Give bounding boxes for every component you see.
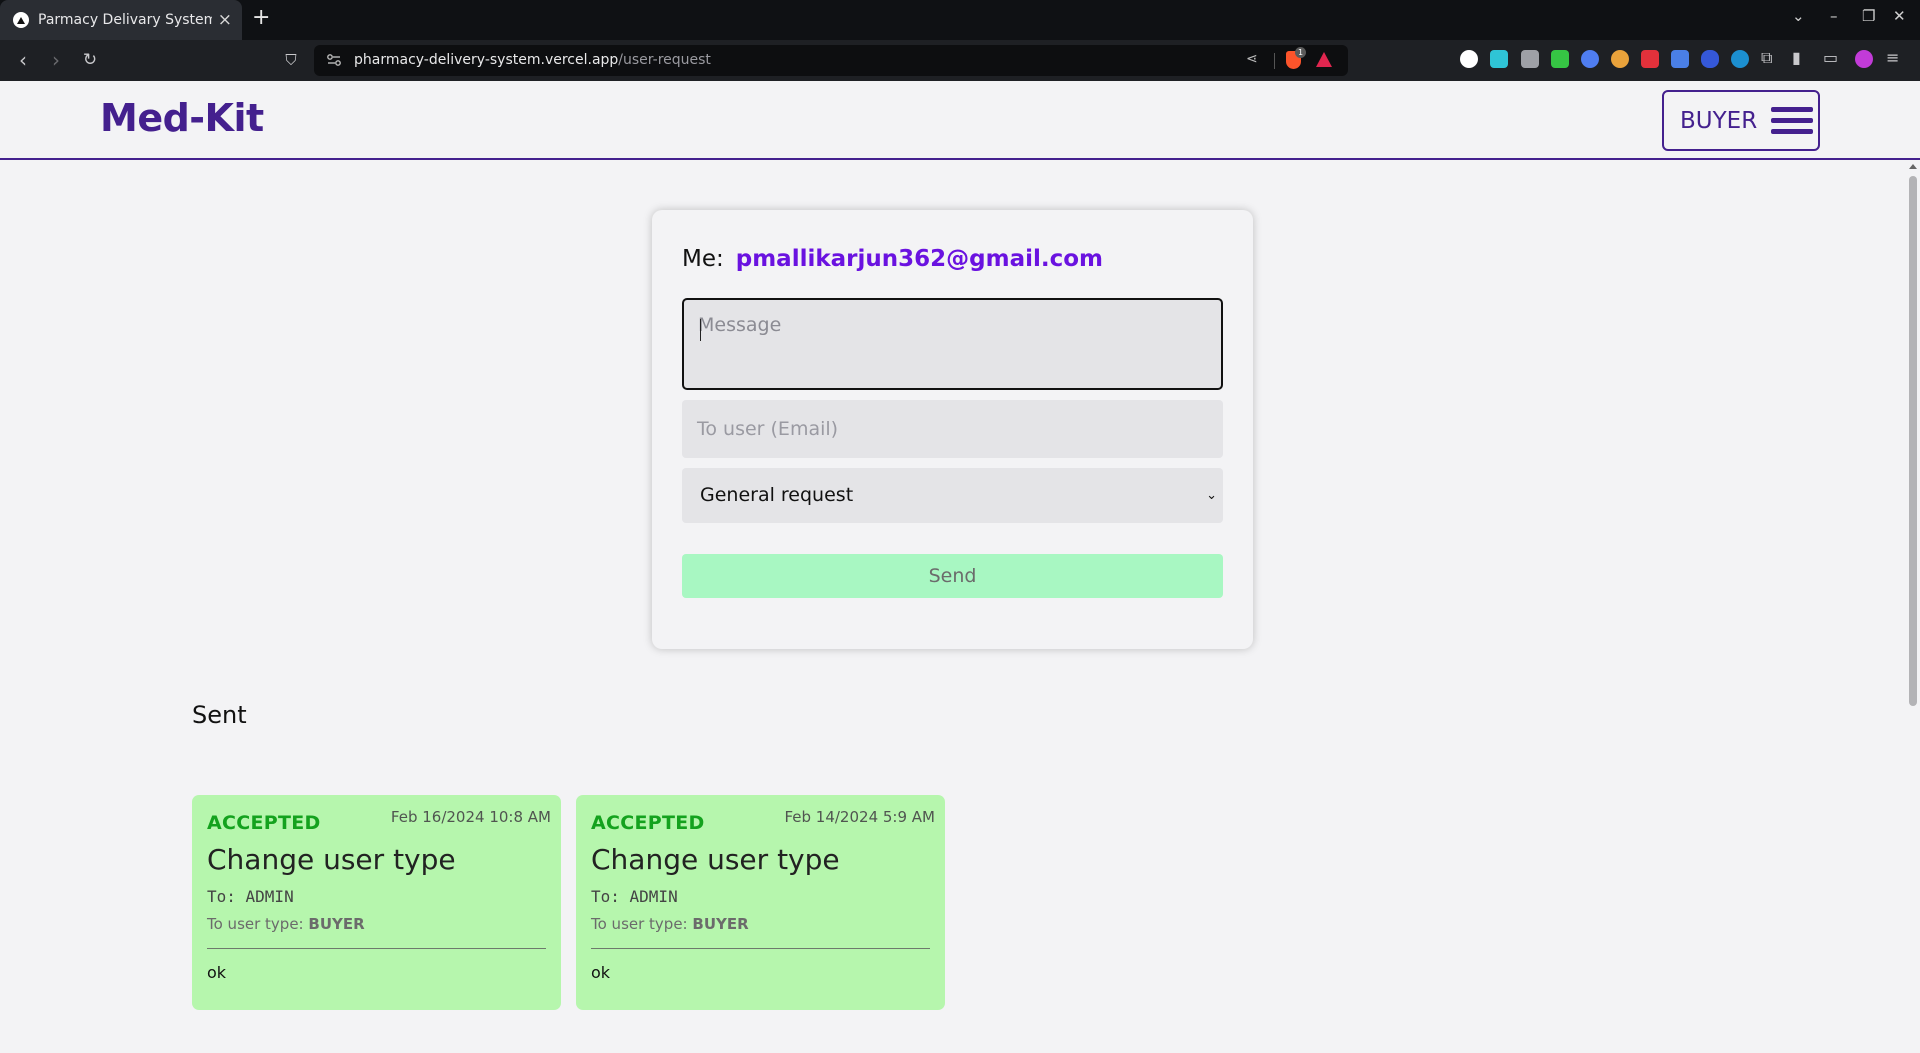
status-badge: ACCEPTED [591,812,705,834]
vercel-favicon-icon [13,12,29,28]
hamburger-menu-icon [1771,107,1814,134]
scroll-thumb[interactable] [1909,176,1917,706]
extension-screen-icon[interactable] [1671,50,1689,68]
me-label: Me: [682,246,724,272]
chevron-down-icon: ⌄ [1206,488,1217,503]
url-host: pharmacy-delivery-system.vercel.app [354,52,619,68]
extension-zip-icon[interactable] [1701,50,1719,68]
extension-card-icon[interactable] [1521,50,1539,68]
browser-tab[interactable]: Parmacy Delivary System × [0,0,242,40]
extension-save-icon[interactable] [1490,50,1508,68]
browser-menu-icon[interactable]: ≡ [1886,48,1899,68]
user-type-value: BUYER [692,915,749,933]
url-path: /user-request [618,52,711,68]
text-caret [700,319,701,341]
wallet-icon[interactable]: ▭ [1823,48,1838,68]
reload-icon[interactable]: ↻ [77,47,103,73]
requested-user-type: To user type: BUYER [207,915,365,933]
minimize-icon[interactable]: – [1830,9,1838,24]
url-divider [1274,53,1275,69]
user-type-label: To user type: [207,915,304,933]
request-message: ok [591,963,611,982]
tab-title: Parmacy Delivary System [38,12,212,28]
message-placeholder: Message [698,314,782,336]
role-menu-button[interactable]: BUYER [1662,90,1820,151]
extension-pocket-icon[interactable] [1641,50,1659,68]
request-date: Feb 14/2024 5:9 AM [784,808,935,826]
tab-search-chevron-icon[interactable]: ⌄ [1792,9,1805,24]
site-settings-icon[interactable] [326,53,342,67]
url-text: pharmacy-delivery-system.vercel.app/user… [354,52,711,68]
brand-logo[interactable]: Med-Kit [100,96,264,140]
vpn-icon[interactable] [1855,50,1873,68]
tab-close-icon[interactable]: × [218,11,232,29]
request-type-select[interactable]: General request ⌄ [682,468,1223,523]
scroll-up-icon[interactable] [1909,164,1917,169]
requested-user-type: To user type: BUYER [591,915,749,933]
extension-pen-icon[interactable] [1460,50,1478,68]
status-badge: ACCEPTED [207,812,321,834]
request-card[interactable]: ACCEPTED Feb 14/2024 5:9 AM Change user … [576,795,945,1010]
address-bar[interactable]: pharmacy-delivery-system.vercel.app/user… [314,45,1348,76]
site-header: Med-Kit BUYER [0,81,1920,160]
extension-react-icon[interactable] [1731,50,1749,68]
page-scrollbar[interactable] [1905,160,1920,1053]
request-date: Feb 16/2024 10:8 AM [390,808,551,826]
sender-email: pmallikarjun362@gmail.com [735,246,1104,272]
new-tab-icon[interactable]: + [252,7,270,29]
sidebar-toggle-icon[interactable]: ▮ [1792,48,1801,68]
request-title: Change user type [207,843,456,876]
request-form-card: Me: pmallikarjun362@gmail.com Message To… [652,210,1253,649]
send-button[interactable]: Send [682,554,1223,598]
brave-rewards-icon[interactable] [1316,52,1332,67]
card-divider [207,948,546,949]
shield-count-badge: 1 [1295,47,1306,58]
to-user-placeholder: To user (Email) [697,418,839,440]
extension-translate-icon[interactable] [1581,50,1599,68]
request-recipient: To: ADMIN [591,887,678,906]
request-type-value: General request [700,484,854,506]
browser-toolbar: ‹ › ↻ ⛉ pharmacy-delivery-system.vercel.… [0,40,1920,81]
extension-lock-icon[interactable] [1551,50,1569,68]
restore-icon[interactable]: ❐ [1862,9,1875,24]
forward-icon[interactable]: › [43,47,69,73]
share-icon[interactable]: ⋖ [1246,51,1258,67]
role-label: BUYER [1680,107,1758,134]
sent-heading: Sent [192,701,247,729]
request-card[interactable]: ACCEPTED Feb 16/2024 10:8 AM Change user… [192,795,561,1010]
request-message: ok [207,963,227,982]
bookmark-icon[interactable]: ⛉ [278,47,304,73]
extension-globe-icon[interactable] [1611,50,1629,68]
message-textarea[interactable]: Message [682,298,1223,390]
back-icon[interactable]: ‹ [10,47,36,73]
to-user-email-input[interactable]: To user (Email) [682,400,1223,458]
extensions-puzzle-icon[interactable]: ⧉ [1761,48,1772,68]
browser-tab-bar: Parmacy Delivary System × + ⌄ – ❐ ✕ [0,0,1920,40]
card-divider [591,948,930,949]
request-title: Change user type [591,843,840,876]
request-recipient: To: ADMIN [207,887,294,906]
user-type-label: To user type: [591,915,688,933]
user-type-value: BUYER [308,915,365,933]
sender-row: Me: pmallikarjun362@gmail.com [682,246,1103,272]
close-window-icon[interactable]: ✕ [1893,9,1906,24]
